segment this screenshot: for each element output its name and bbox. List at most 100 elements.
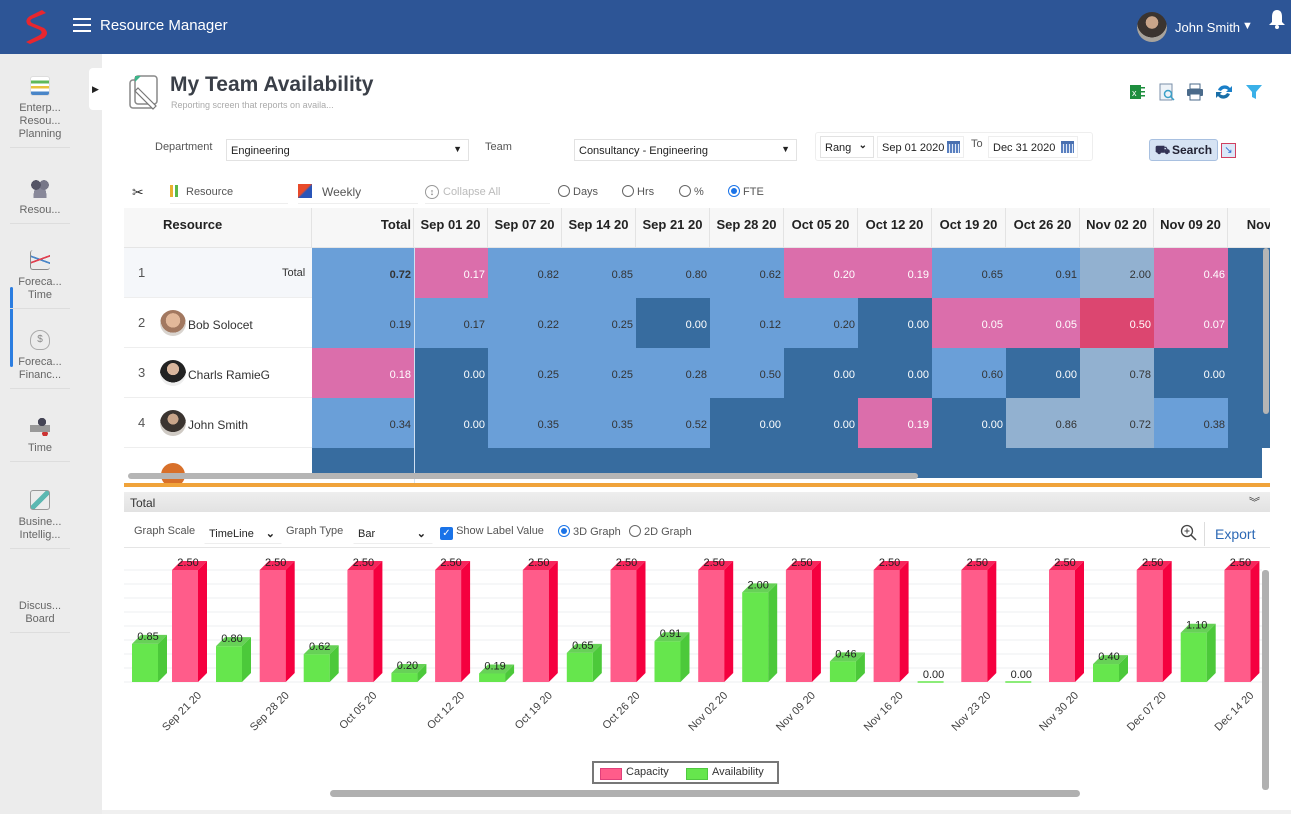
department-select[interactable]: Engineering ▼	[226, 139, 469, 161]
column-header-date[interactable]: Nov 1	[1228, 208, 1270, 248]
availability-cell[interactable]: 0.00	[858, 348, 932, 398]
availability-cell[interactable]: 0.82	[488, 248, 562, 298]
availability-cell[interactable]: 0.05	[1006, 298, 1080, 348]
column-header-date[interactable]: Oct 19 20	[932, 208, 1006, 248]
grid-vertical-scrollbar[interactable]	[1263, 248, 1269, 414]
capacity-bar[interactable]	[873, 570, 900, 682]
availability-cell[interactable]: 0.25	[488, 348, 562, 398]
column-header-date[interactable]: Sep 07 20	[488, 208, 562, 248]
availability-cell[interactable]: 0.52	[636, 398, 710, 448]
filter-icon[interactable]	[1244, 82, 1264, 102]
grid-row[interactable]: 4 John Smith	[124, 398, 312, 448]
availability-cell[interactable]: 0.19	[858, 398, 932, 448]
user-avatar[interactable]	[1137, 12, 1167, 42]
availability-cell[interactable]: 0.00	[1006, 348, 1080, 398]
legend-label-availability[interactable]: Availability	[712, 766, 764, 778]
sidebar-item-forecast-time[interactable]: Foreca... Time	[10, 250, 70, 309]
grid-total-row[interactable]: 1 Total	[124, 248, 312, 298]
availability-cell[interactable]: 0.00	[636, 298, 710, 348]
column-header-date[interactable]: Oct 26 20	[1006, 208, 1080, 248]
sidebar-item-resources[interactable]: Resou...	[10, 178, 70, 224]
date-from-input[interactable]: Sep 01 2020	[877, 136, 964, 158]
calendar-icon[interactable]	[1061, 141, 1074, 153]
total-cell[interactable]: 0.19	[312, 298, 414, 348]
availability-bar[interactable]	[742, 592, 769, 682]
availability-cell[interactable]: 0.20	[784, 248, 858, 298]
column-header-date[interactable]: Sep 28 20	[710, 208, 784, 248]
availability-cell[interactable]: 0.91	[1006, 248, 1080, 298]
group-by-resource-select[interactable]: Resource	[170, 184, 288, 204]
collapse-all-button[interactable]: ↕ Collapse All	[425, 184, 550, 204]
availability-bar[interactable]	[303, 654, 330, 682]
team-select[interactable]: Consultancy - Engineering ▼	[574, 139, 797, 161]
total-panel-header[interactable]: Total ︾	[124, 492, 1270, 512]
capacity-bar[interactable]	[347, 570, 374, 682]
expand-arrow-button[interactable]: ↘	[1221, 143, 1236, 158]
capacity-bar[interactable]	[259, 570, 286, 682]
availability-cell[interactable]: 0.28	[636, 348, 710, 398]
column-header-date[interactable]: Sep 01 20	[414, 208, 488, 248]
capacity-bar[interactable]	[1049, 570, 1075, 682]
availability-bar[interactable]	[132, 643, 158, 682]
availability-cell[interactable]: 0.05	[932, 298, 1006, 348]
column-header-date[interactable]: Oct 12 20	[858, 208, 932, 248]
graph-scale-select[interactable]: TimeLine ⌄	[204, 522, 282, 544]
availability-cell[interactable]: 0.60	[932, 348, 1006, 398]
availability-cell[interactable]: 0.00	[710, 398, 784, 448]
sidebar-item-enterprise-planning[interactable]: Enterp... Resou... Planning	[10, 76, 70, 148]
export-button[interactable]: Export	[1215, 526, 1255, 542]
availability-cell[interactable]: 0.20	[784, 298, 858, 348]
capacity-bar[interactable]	[961, 570, 988, 682]
availability-bar[interactable]	[216, 646, 242, 682]
availability-bar[interactable]	[654, 641, 681, 682]
sidebar-item-business-intelligence[interactable]: Busine... Intellig...	[10, 490, 70, 549]
availability-bar[interactable]	[479, 673, 506, 682]
availability-cell[interactable]: 0.00	[414, 348, 488, 398]
availability-cell[interactable]: 0.86	[1006, 398, 1080, 448]
grid-row[interactable]: 2 Bob Solocet	[124, 298, 312, 348]
total-cell[interactable]: 0.34	[312, 398, 414, 448]
resource-name[interactable]: Charls RamieG	[188, 368, 270, 382]
availability-cell[interactable]: 0.78	[1080, 348, 1154, 398]
zoom-in-icon[interactable]	[1180, 524, 1198, 542]
chart-vertical-scrollbar[interactable]	[1262, 570, 1269, 790]
bell-icon[interactable]	[1268, 9, 1286, 29]
capacity-bar[interactable]	[785, 570, 812, 682]
graph-2d-radio[interactable]: 2D Graph	[629, 525, 692, 538]
show-label-value-checkbox[interactable]: ✓ Show Label Value	[440, 525, 544, 540]
graph-type-select[interactable]: Bar ⌄	[353, 522, 433, 544]
total-cell[interactable]: 0.18	[312, 348, 414, 398]
column-header-date[interactable]: Nov 02 20	[1080, 208, 1154, 248]
availability-cell[interactable]: 0.25	[562, 298, 636, 348]
availability-cell[interactable]: 0.00	[932, 398, 1006, 448]
availability-cell[interactable]: 0.12	[710, 298, 784, 348]
availability-bar[interactable]	[391, 673, 418, 682]
availability-cell[interactable]: 0.19	[858, 248, 932, 298]
hamburger-menu-icon[interactable]	[73, 18, 91, 32]
calendar-icon[interactable]	[947, 141, 960, 153]
capacity-bar[interactable]	[435, 570, 462, 682]
availability-cell[interactable]: 0.00	[1154, 348, 1228, 398]
print-icon[interactable]	[1185, 82, 1205, 102]
availability-bar[interactable]	[566, 652, 593, 682]
resource-name[interactable]: John Smith	[188, 418, 248, 432]
availability-bar[interactable]	[1093, 664, 1119, 682]
legend-label-capacity[interactable]: Capacity	[626, 766, 669, 778]
grid-row[interactable]: 3 Charls RamieG	[124, 348, 312, 398]
availability-cell[interactable]: 0.00	[858, 298, 932, 348]
availability-cell[interactable]: 0.80	[636, 248, 710, 298]
capacity-bar[interactable]	[522, 570, 549, 682]
preview-icon[interactable]	[1157, 82, 1177, 102]
grid-horizontal-scrollbar[interactable]	[128, 473, 918, 479]
availability-cell[interactable]: 0.00	[784, 398, 858, 448]
unit-radio-days[interactable]: Days	[558, 184, 598, 204]
availability-cell[interactable]: 0.07	[1154, 298, 1228, 348]
sidebar-item-forecast-finance[interactable]: $ Foreca... Financ...	[10, 330, 70, 389]
excel-export-icon[interactable]: x	[1127, 82, 1147, 102]
availability-bar[interactable]	[829, 661, 856, 682]
capacity-bar[interactable]	[698, 570, 725, 682]
capacity-bar[interactable]	[172, 570, 198, 682]
capacity-bar[interactable]	[1224, 570, 1251, 682]
sidebar-expand-toggle[interactable]: ▶	[89, 68, 102, 110]
date-to-input[interactable]: Dec 31 2020	[988, 136, 1078, 158]
